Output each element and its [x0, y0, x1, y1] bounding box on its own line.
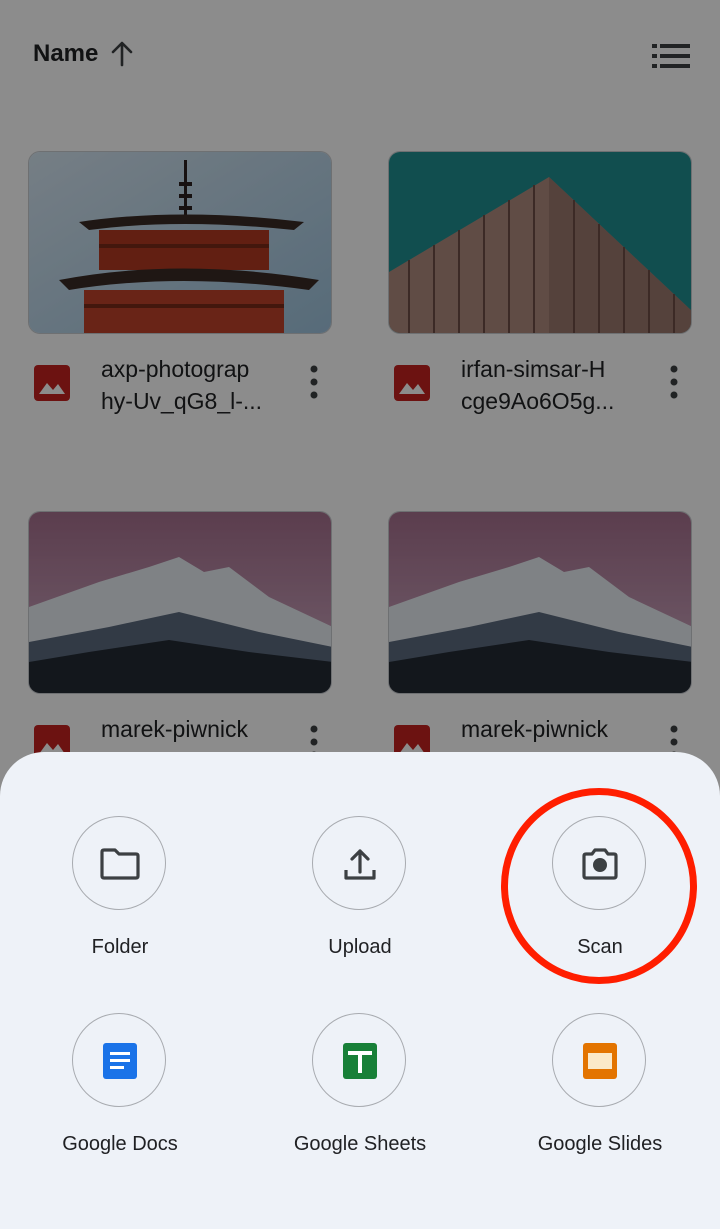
action-circle[interactable]: [312, 1013, 406, 1107]
action-circle[interactable]: [552, 1013, 646, 1107]
google-slides-button[interactable]: Google Slides: [480, 1013, 720, 1193]
google-docs-icon: [103, 1043, 137, 1079]
action-circle[interactable]: [312, 816, 406, 910]
google-docs-button[interactable]: Google Docs: [0, 1013, 240, 1193]
folder-icon: [100, 848, 140, 880]
action-circle[interactable]: [72, 1013, 166, 1107]
google-slides-icon: [583, 1043, 617, 1079]
action-label: Google Slides: [537, 1133, 663, 1155]
upload-button[interactable]: Upload: [240, 816, 480, 996]
google-sheets-icon: [343, 1043, 377, 1079]
create-folder-button[interactable]: Folder: [0, 816, 240, 996]
google-sheets-button[interactable]: Google Sheets: [240, 1013, 480, 1193]
action-label: Folder: [91, 936, 149, 958]
action-label: Google Sheets: [293, 1133, 427, 1155]
scan-highlight-circle: [501, 788, 697, 984]
action-circle[interactable]: [72, 816, 166, 910]
action-label: Google Docs: [62, 1133, 178, 1155]
action-label: Upload: [328, 936, 392, 958]
upload-icon: [344, 849, 376, 880]
